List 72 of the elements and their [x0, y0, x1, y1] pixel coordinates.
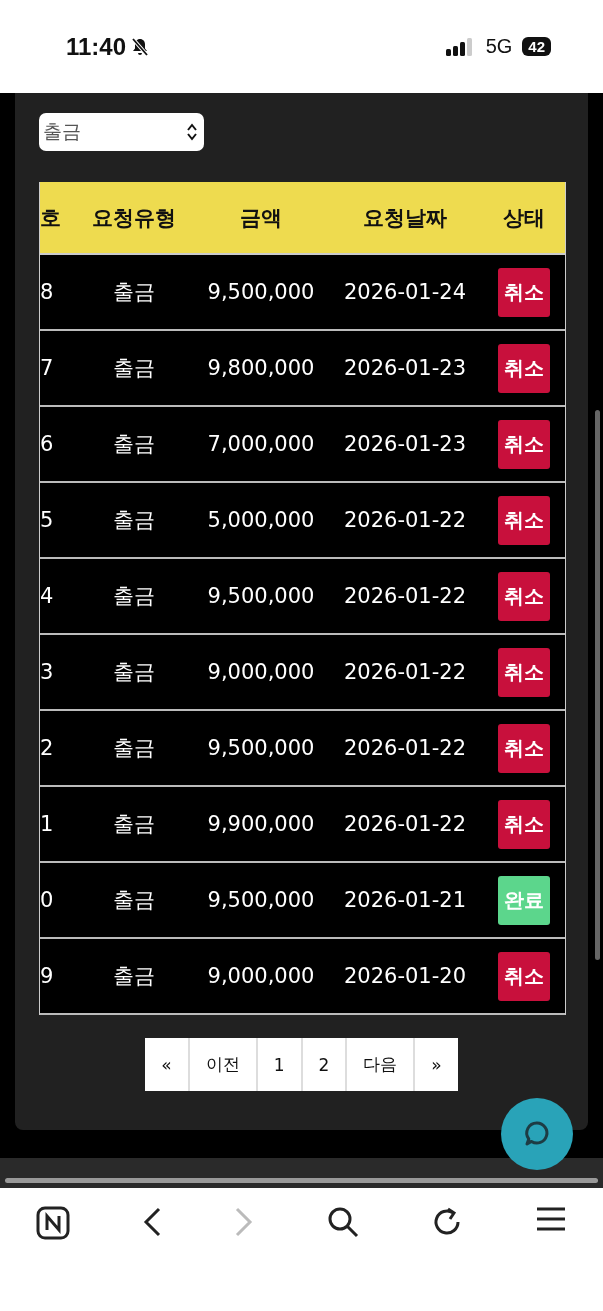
- page-button[interactable]: »: [415, 1038, 458, 1091]
- back-icon[interactable]: [142, 1206, 163, 1238]
- table-cell-text: 5: [40, 508, 55, 532]
- page-button[interactable]: 이전: [189, 1038, 258, 1091]
- status-badge: 취소: [497, 647, 550, 697]
- column-header: 금액: [239, 204, 283, 232]
- chevron-icon: [186, 122, 198, 142]
- table-cell-text: 출금: [111, 431, 156, 458]
- column-header: 호: [40, 204, 62, 232]
- table-cell-text: 0: [40, 888, 55, 912]
- menu-icon[interactable]: [534, 1206, 567, 1232]
- page-button[interactable]: 1: [257, 1038, 303, 1091]
- page-button[interactable]: 2: [302, 1038, 348, 1091]
- status-badge: 취소: [497, 723, 550, 773]
- table-cell-text: 7: [40, 356, 55, 380]
- table-cell-text: 출금: [111, 659, 156, 686]
- table-cell-text: 7,000,000: [206, 432, 316, 456]
- column-header: 상태: [501, 204, 546, 232]
- table-cell-text: 2026-01-23: [342, 432, 467, 456]
- table-cell-text: 6: [40, 432, 55, 456]
- table-cell-text: 1: [40, 812, 55, 836]
- n-logo-icon[interactable]: [36, 1206, 71, 1240]
- table-cell-text: 9,000,000: [206, 964, 316, 988]
- status-badge: 취소: [497, 951, 550, 1001]
- table-cell-text: 2026-01-20: [342, 964, 467, 988]
- table-cell-text: 2: [40, 736, 55, 760]
- clock: 11:40: [66, 32, 127, 61]
- table-cell-text: 9,800,000: [206, 356, 316, 380]
- battery-indicator: 42: [522, 37, 551, 56]
- table-cell-text: 2026-01-23: [342, 356, 467, 380]
- table-cell-text: 2026-01-22: [342, 584, 467, 608]
- table-cell-text: 출금: [111, 583, 156, 610]
- table-cell-text: 9,900,000: [206, 812, 316, 836]
- table-cell-text: 2026-01-22: [342, 508, 467, 532]
- filter-select[interactable]: 출금: [39, 113, 204, 151]
- page-button[interactable]: «: [145, 1038, 190, 1091]
- table-cell-text: 9,500,000: [206, 280, 316, 304]
- table-cell-text: 2026-01-22: [342, 660, 467, 684]
- status-badge: 취소: [497, 571, 550, 621]
- status-badge: 취소: [497, 419, 550, 469]
- status-badge: 취소: [497, 343, 550, 393]
- status-badge: 취소: [497, 799, 550, 849]
- status-badge: 완료: [497, 875, 550, 925]
- table-cell-text: 9,500,000: [206, 888, 316, 912]
- table-cell-text: 출금: [111, 735, 156, 762]
- table-cell-text: 9,500,000: [206, 584, 316, 608]
- table-cell-text: 출금: [111, 279, 156, 306]
- muted-bell-icon: [130, 36, 151, 57]
- table-cell-text: 5,000,000: [206, 508, 316, 532]
- table-cell-text: 출금: [111, 507, 156, 534]
- status-badge: 취소: [497, 495, 550, 545]
- table-cell-text: 출금: [111, 963, 156, 990]
- page-button[interactable]: 다음: [347, 1038, 416, 1091]
- search-icon[interactable]: [326, 1206, 359, 1238]
- signal-icon: [445, 37, 474, 56]
- network-label: 5G: [485, 35, 513, 58]
- table-cell-text: 4: [40, 584, 55, 608]
- table-cell-text: 출금: [111, 887, 156, 914]
- table-cell-text: 출금: [111, 355, 156, 382]
- table-cell-text: 2026-01-22: [342, 736, 467, 760]
- table-cell-text: 9: [40, 964, 55, 988]
- table-cell-text: 8: [40, 280, 55, 304]
- table-cell-text: 9,000,000: [206, 660, 316, 684]
- column-header: 요청유형: [90, 204, 177, 232]
- column-header: 요청날짜: [362, 204, 448, 232]
- table-cell-text: 3: [40, 660, 55, 684]
- table-cell-text: 2026-01-21: [342, 888, 467, 912]
- table-cell-text: 9,500,000: [206, 736, 316, 760]
- status-badge: 취소: [497, 267, 550, 317]
- table-cell-text: 2026-01-24: [342, 280, 467, 304]
- table-cell-text: 2026-01-22: [342, 812, 467, 836]
- table-cell-text: 출금: [111, 811, 156, 838]
